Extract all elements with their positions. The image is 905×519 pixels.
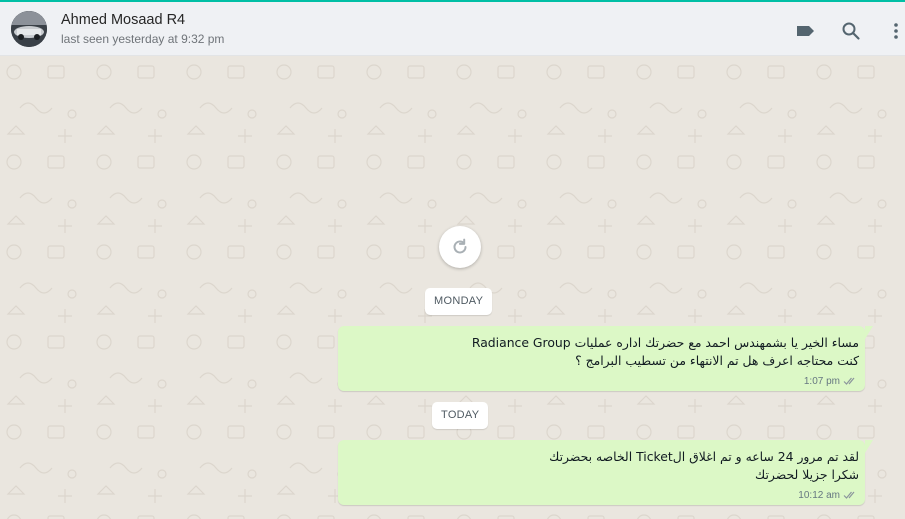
date-divider: TODAY [432, 402, 489, 429]
message-list[interactable]: MONDAY مساء الخير يا بشمهندس احمد مع حضر… [0, 56, 905, 519]
message-meta: 1:07 pm [804, 376, 858, 387]
bubble-tail [865, 440, 873, 453]
refresh-icon [453, 238, 467, 254]
more-options-icon[interactable] [884, 19, 905, 43]
date-divider: MONDAY [425, 288, 493, 315]
message-text-line: لقد تم مرور 24 ساعه و تم اغلاق الTicket … [549, 449, 859, 464]
search-icon[interactable] [839, 19, 863, 43]
load-earlier-messages-button[interactable] [439, 226, 481, 268]
message-time: 1:07 pm [803, 376, 840, 387]
message-text-line: كنت محتاجه اعرف هل تم الانتهاء من تسطيب … [575, 353, 859, 368]
message-text-line: شكرا جزيلا لحضرتك [755, 467, 859, 482]
outgoing-message[interactable]: لقد تم مرور 24 ساعه و تم اغلاق الTicket … [338, 440, 873, 505]
double-check-icon [843, 491, 855, 500]
bubble-tail [865, 326, 873, 339]
avatar[interactable] [11, 11, 47, 47]
double-check-icon [843, 377, 855, 386]
outgoing-message[interactable]: مساء الخير يا بشمهندس احمد مع حضرتك ادار… [338, 326, 873, 391]
message-time: 10:12 am [798, 490, 840, 501]
contact-name[interactable]: Ahmed Mosaad R4 [61, 12, 185, 28]
message-meta: 10:12 am [798, 490, 858, 501]
chat-header: Ahmed Mosaad R4 last seen yesterday at 9… [0, 2, 905, 56]
label-icon[interactable] [794, 19, 818, 43]
message-text-line: مساء الخير يا بشمهندس احمد مع حضرتك ادار… [471, 335, 859, 350]
last-seen-status: last seen yesterday at 9:32 pm [61, 32, 225, 46]
